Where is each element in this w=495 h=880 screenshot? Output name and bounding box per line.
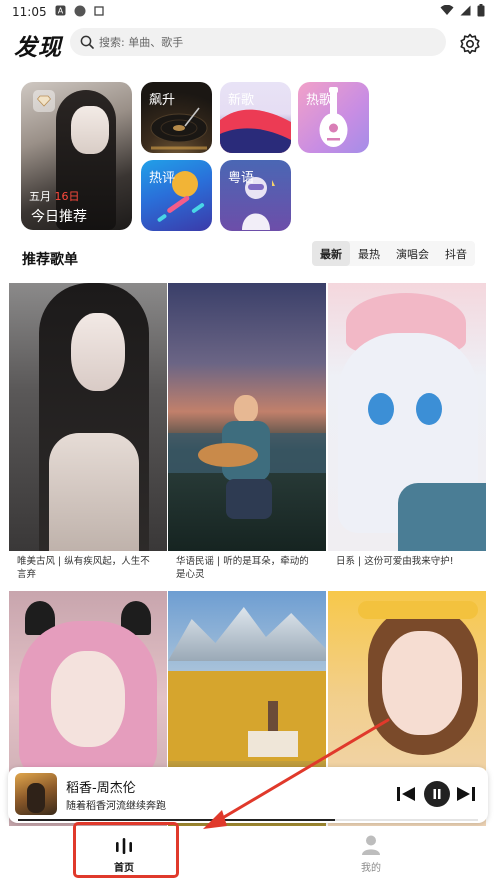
tab-douyin[interactable]: 抖音	[437, 241, 475, 266]
daily-month: 五月	[29, 190, 51, 203]
player-lyric: 随着稻香河流继续奔跑	[66, 801, 166, 812]
tile-label: 粤语	[228, 171, 255, 186]
tile-label: 热歌	[306, 93, 333, 108]
tile-soaring-chart[interactable]: 飙升	[141, 82, 212, 153]
tile-cantonese[interactable]: 粤语	[220, 160, 291, 231]
discover-page: 11:05 A 发现 搜索: 单曲、歌手 五月 16日 今日推荐 飙升 新歌 热…	[0, 0, 495, 880]
daily-day: 16日	[54, 190, 80, 203]
playlist-caption: 华语民谣 | 听的是耳朵，牵动的是心灵	[176, 556, 309, 580]
battery-icon	[477, 4, 485, 20]
status-bar: 11:05 A	[0, 0, 495, 24]
tile-hot-songs[interactable]: 热歌	[298, 82, 369, 153]
previous-track-icon[interactable]	[395, 783, 417, 805]
notification-a-icon: A	[55, 5, 66, 19]
playback-progress-fill	[18, 819, 336, 821]
search-icon	[80, 35, 94, 49]
playlist-card[interactable]: 日系 | 这份可爱由我来守护!	[328, 283, 486, 581]
playlist-cover	[168, 283, 326, 551]
playlist-tabs: 最新 最热 演唱会 抖音	[312, 241, 475, 266]
svg-text:A: A	[57, 7, 63, 16]
tile-label: 热评	[149, 171, 176, 186]
player-song-title: 稻香-周杰伦	[66, 781, 136, 796]
record-icon	[74, 5, 86, 20]
user-icon	[362, 835, 380, 855]
pause-button[interactable]	[424, 781, 450, 807]
daily-date: 五月 16日	[29, 188, 80, 204]
tile-new-songs[interactable]: 新歌	[220, 82, 291, 153]
playlist-cover	[9, 283, 167, 551]
daily-recommend-card[interactable]: 五月 16日 今日推荐	[21, 82, 132, 230]
search-bar[interactable]	[70, 28, 446, 56]
daily-title: 今日推荐	[31, 209, 87, 225]
tile-hot-reviews[interactable]: 热评	[141, 160, 212, 231]
playlist-caption: 日系 | 这份可爱由我来守护!	[336, 556, 454, 567]
signal-icon	[460, 5, 471, 19]
cover-face-shape	[71, 106, 109, 154]
header: 发现	[0, 26, 495, 61]
search-input[interactable]	[99, 35, 419, 49]
section-title: 推荐歌单	[22, 252, 78, 268]
playlist-card[interactable]: 华语民谣 | 听的是耳朵，牵动的是心灵	[168, 283, 326, 581]
highlight-box	[73, 822, 179, 878]
tile-label: 新歌	[228, 93, 255, 108]
nav-label: 我的	[361, 863, 381, 874]
wifi-icon	[440, 4, 454, 19]
playlist-card[interactable]: 唯美古风 | 纵有疾风起，人生不言弃	[9, 283, 167, 581]
album-thumbnail	[15, 773, 57, 815]
next-track-icon[interactable]	[455, 783, 477, 805]
tab-latest[interactable]: 最新	[312, 241, 350, 266]
page-title: 发现	[14, 35, 62, 61]
square-icon	[93, 5, 104, 19]
playlist-caption: 唯美古风 | 纵有疾风起，人生不言弃	[17, 556, 150, 580]
playlist-cover	[328, 283, 486, 551]
tile-label: 飙升	[149, 93, 176, 108]
playback-progress[interactable]	[18, 819, 478, 821]
tab-hottest[interactable]: 最热	[350, 241, 388, 266]
diamond-badge-icon	[33, 90, 55, 112]
nav-profile[interactable]: 我的	[321, 826, 421, 880]
settings-gear-icon[interactable]	[458, 32, 482, 56]
status-time: 11:05	[12, 5, 47, 19]
mini-player[interactable]: 稻香-周杰伦 随着稻香河流继续奔跑	[8, 767, 488, 823]
tab-concert[interactable]: 演唱会	[388, 241, 437, 266]
